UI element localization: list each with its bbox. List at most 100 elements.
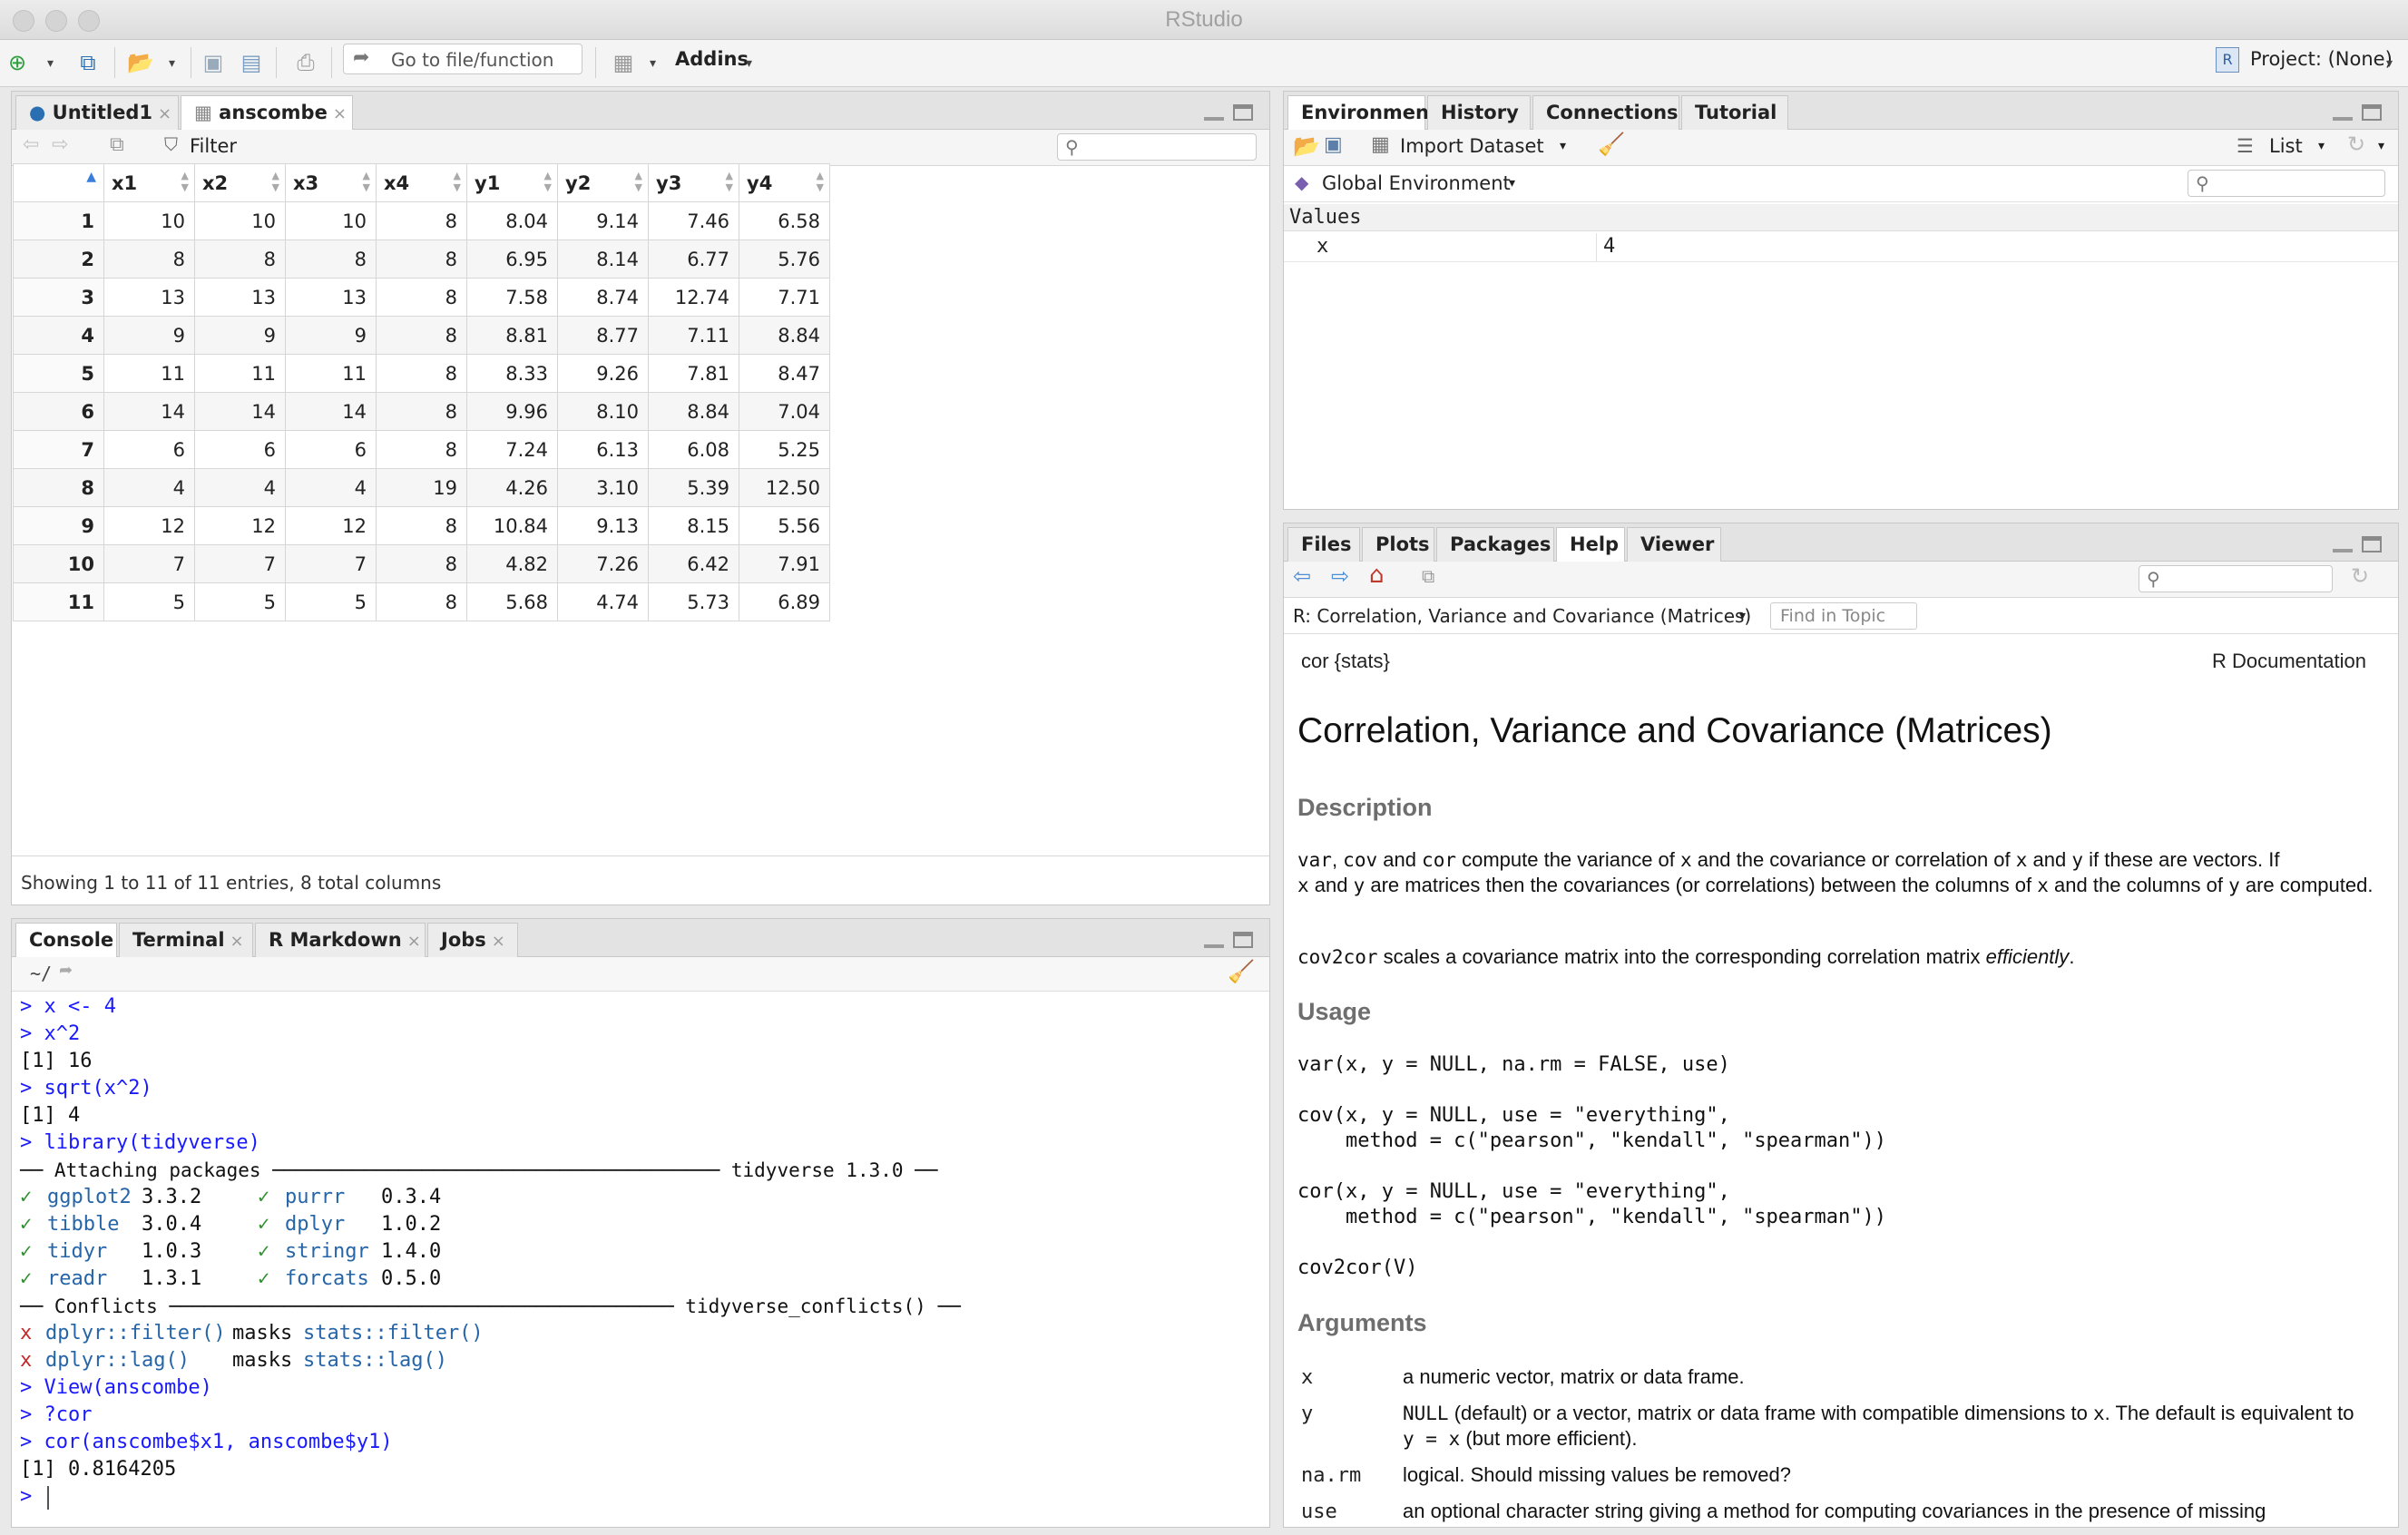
topic-select[interactable]: R: Correlation, Variance and Covariance … bbox=[1293, 605, 1751, 627]
description-paragraph: var, cov and cor compute the variance of… bbox=[1297, 848, 2374, 896]
back-arrow-icon[interactable]: ⇦ bbox=[1293, 563, 1311, 589]
popout-icon[interactable]: ⧉ bbox=[1422, 565, 1434, 587]
column-header[interactable]: x4 ▲ ▼ bbox=[376, 163, 467, 202]
chevron-down-icon[interactable]: ▾ bbox=[47, 56, 54, 71]
clear-console-icon[interactable]: 🧹 bbox=[1228, 959, 1255, 984]
close-icon[interactable]: × bbox=[333, 104, 347, 123]
minimize-pane-icon[interactable] bbox=[1204, 104, 1224, 121]
filter-icon[interactable]: ⛉ bbox=[164, 133, 178, 155]
scope-select[interactable]: Global Environment bbox=[1322, 172, 1511, 194]
minimize-pane-icon[interactable] bbox=[2333, 536, 2353, 552]
project-menu[interactable]: Project: (None) bbox=[2250, 48, 2393, 70]
close-icon[interactable]: × bbox=[492, 932, 505, 951]
tab-help[interactable]: Help bbox=[1556, 527, 1625, 562]
package-line-part: 1.0.3 bbox=[142, 1240, 202, 1263]
table-cell: 8 bbox=[376, 582, 467, 621]
maximize-pane-icon[interactable] bbox=[2362, 104, 2382, 121]
forward-arrow-icon[interactable]: ⇨ bbox=[52, 133, 68, 156]
tab-packages[interactable]: Packages bbox=[1436, 527, 1554, 562]
grid-layout-icon[interactable]: ▦ bbox=[610, 49, 637, 76]
tab-r-markdown[interactable]: R Markdown × bbox=[255, 923, 426, 957]
tab-plots[interactable]: Plots bbox=[1362, 527, 1434, 562]
table-cell: 7.81 bbox=[648, 354, 739, 393]
minimize-pane-icon[interactable] bbox=[2333, 104, 2353, 121]
cov2cor-paragraph: cov2cor scales a covariance matrix into … bbox=[1297, 945, 2075, 968]
chevron-down-icon[interactable]: ▾ bbox=[746, 56, 752, 71]
environment-search-input[interactable]: ⚲ bbox=[2188, 170, 2385, 197]
chevron-down-icon[interactable]: ▾ bbox=[1509, 176, 1515, 191]
refresh-icon[interactable]: ↻ bbox=[2347, 132, 2365, 157]
table-cell: 10 bbox=[103, 201, 195, 240]
chevron-down-icon[interactable]: ▾ bbox=[650, 56, 656, 71]
usage-line: method = c("pearson", "kendall", "spearm… bbox=[1297, 1129, 1887, 1152]
tab-untitled1[interactable]: ● Untitled1 × bbox=[15, 95, 179, 130]
table-cell: 12.74 bbox=[648, 278, 739, 317]
open-folder-icon[interactable]: 📂 bbox=[127, 49, 154, 76]
print-icon[interactable]: ⎙ bbox=[292, 49, 319, 76]
column-header-rownames[interactable]: ▲ bbox=[13, 163, 104, 202]
chevron-down-icon[interactable]: ▾ bbox=[2378, 139, 2384, 153]
table-cell: 12.50 bbox=[739, 468, 830, 507]
close-icon[interactable]: × bbox=[407, 932, 421, 951]
column-header[interactable]: x3 ▲ ▼ bbox=[285, 163, 377, 202]
chevron-down-icon[interactable]: ▾ bbox=[169, 56, 175, 71]
chevron-down-icon[interactable]: ▾ bbox=[2386, 56, 2393, 71]
maximize-pane-icon[interactable] bbox=[1233, 932, 1253, 948]
forward-arrow-icon[interactable]: ⇨ bbox=[1331, 563, 1349, 589]
data-search-input[interactable]: ⚲ bbox=[1057, 133, 1257, 161]
tab-connections[interactable]: Connections bbox=[1532, 95, 1679, 130]
column-header[interactable]: x1 ▲ ▼ bbox=[103, 163, 195, 202]
minimize-pane-icon[interactable] bbox=[1204, 932, 1224, 948]
chevron-down-icon[interactable]: ▾ bbox=[1560, 139, 1566, 153]
addins-menu[interactable]: Addins bbox=[675, 48, 749, 70]
tab-anscombe[interactable]: ▦ anscombe × bbox=[181, 95, 353, 131]
tab-jobs[interactable]: Jobs × bbox=[427, 923, 518, 957]
table-cell: 10.84 bbox=[466, 506, 558, 545]
load-workspace-icon[interactable]: 📂 bbox=[1293, 133, 1320, 159]
package-line-part: ✓ bbox=[258, 1213, 270, 1236]
broom-icon[interactable]: 🧹 bbox=[1598, 132, 1625, 157]
maximize-pane-icon[interactable] bbox=[2362, 536, 2382, 552]
tab-tutorial[interactable]: Tutorial bbox=[1681, 95, 1788, 130]
arg-desc: an optional character string giving a me… bbox=[1403, 1500, 2266, 1522]
back-arrow-icon[interactable]: ⇦ bbox=[23, 133, 39, 156]
save-workspace-icon[interactable]: ▣ bbox=[1324, 133, 1343, 156]
chevron-down-icon[interactable]: ▾ bbox=[2318, 139, 2325, 153]
column-header[interactable]: y4 ▲ ▼ bbox=[739, 163, 830, 202]
new-project-icon[interactable]: ⧉ bbox=[74, 49, 102, 76]
column-header[interactable]: y1 ▲ ▼ bbox=[466, 163, 558, 202]
column-header[interactable]: y2 ▲ ▼ bbox=[557, 163, 649, 202]
save-all-icon[interactable]: ▤ bbox=[238, 49, 265, 76]
goto-file-input[interactable]: ➦ Go to file/function bbox=[343, 44, 582, 74]
find-in-topic-input[interactable]: Find in Topic bbox=[1770, 602, 1917, 630]
tab-history[interactable]: History bbox=[1427, 95, 1531, 130]
save-icon[interactable]: ▣ bbox=[200, 49, 227, 76]
column-header[interactable]: y3 ▲ ▼ bbox=[648, 163, 739, 202]
new-file-icon[interactable]: ⊕ bbox=[4, 49, 31, 76]
table-cell: 9 bbox=[194, 316, 286, 355]
filter-button[interactable]: Filter bbox=[190, 135, 237, 157]
close-icon[interactable]: × bbox=[230, 932, 244, 951]
tab-terminal[interactable]: Terminal × bbox=[119, 923, 253, 957]
popout-icon[interactable]: ⧉ bbox=[110, 133, 124, 156]
import-dataset-button[interactable]: Import Dataset bbox=[1400, 135, 1544, 157]
goto-dir-icon[interactable]: ➦ bbox=[59, 961, 73, 980]
table-cell: 6 bbox=[194, 430, 286, 469]
home-icon[interactable]: ⌂ bbox=[1369, 562, 1385, 589]
close-icon[interactable]: × bbox=[158, 104, 171, 123]
tab-environment[interactable]: Environment bbox=[1287, 95, 1438, 131]
row-number: 2 bbox=[13, 240, 104, 279]
conflict-line-part: x bbox=[20, 1322, 33, 1344]
package-line-part: 3.3.2 bbox=[142, 1186, 202, 1208]
help-search-input[interactable]: ⚲ bbox=[2139, 565, 2333, 592]
package-line-part: readr bbox=[47, 1267, 108, 1290]
tab-viewer[interactable]: Viewer bbox=[1627, 527, 1721, 562]
tab-console[interactable]: Console bbox=[15, 923, 117, 958]
chevron-down-icon[interactable]: ▾ bbox=[1739, 609, 1746, 623]
view-mode-select[interactable]: List bbox=[2269, 135, 2303, 157]
env-var-row[interactable]: x 4 bbox=[1284, 233, 2398, 262]
maximize-pane-icon[interactable] bbox=[1233, 104, 1253, 121]
column-header[interactable]: x2 ▲ ▼ bbox=[194, 163, 286, 202]
tab-files[interactable]: Files bbox=[1287, 527, 1360, 562]
refresh-icon[interactable]: ↻ bbox=[2351, 563, 2369, 589]
